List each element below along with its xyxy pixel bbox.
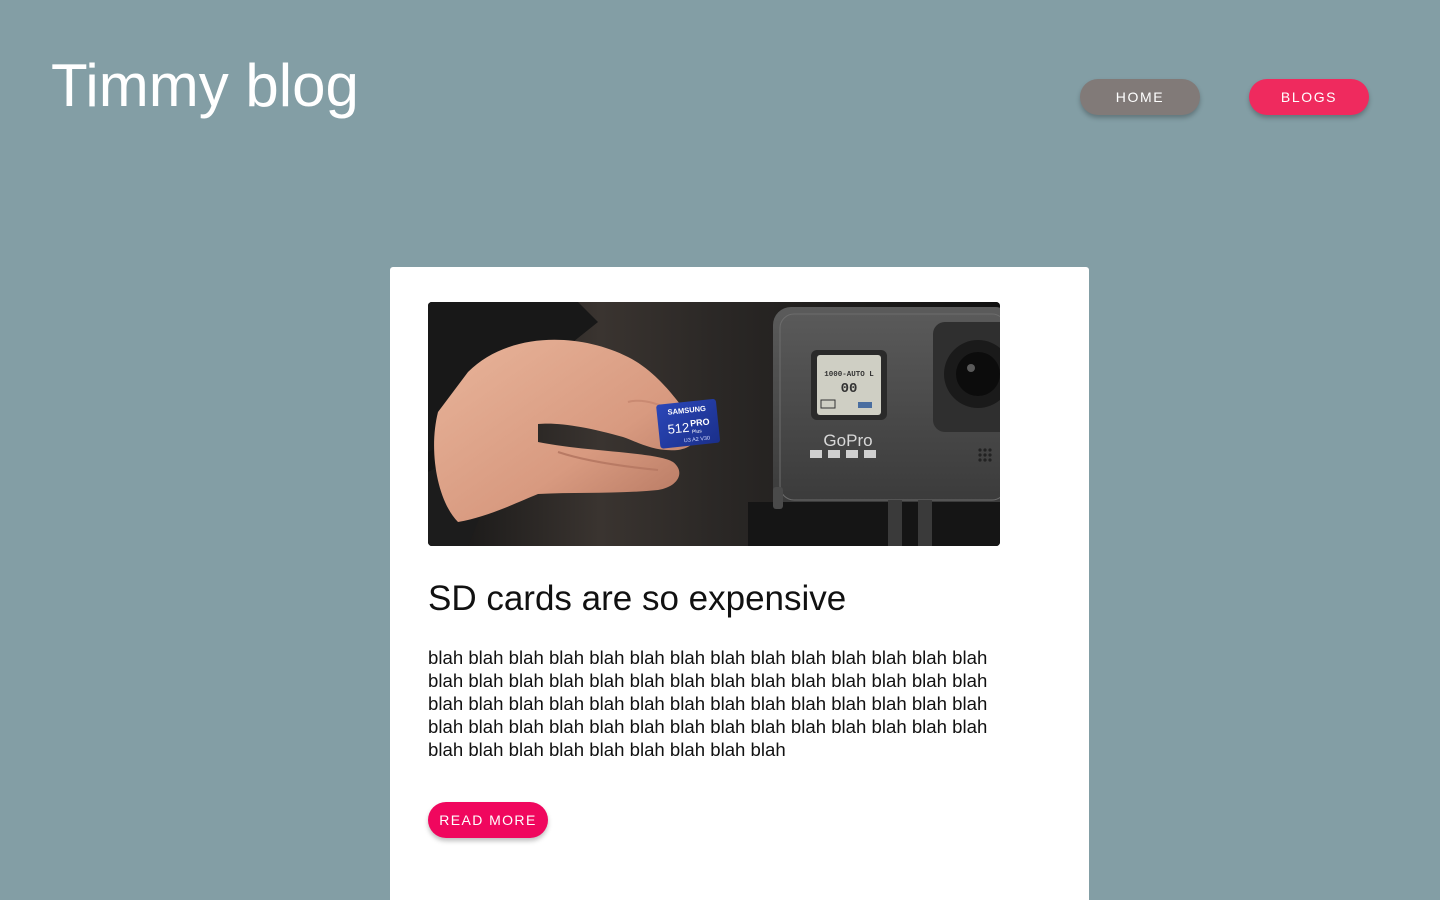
blog-post-card: SAMSUNG 512 PRO Plus U3 A2 V30 1000-AUTO… [390,267,1089,900]
post-excerpt: blah blah blah blah blah blah blah blah … [428,647,988,760]
blogs-button[interactable]: BLOGS [1249,79,1369,115]
post-image: SAMSUNG 512 PRO Plus U3 A2 V30 1000-AUTO… [428,302,1000,546]
top-nav: HOME BLOGS [1080,79,1369,115]
read-more-button[interactable]: READ MORE [428,802,548,838]
site-title: Timmy blog [51,52,359,119]
svg-text:00: 00 [841,381,858,397]
post-title: SD cards are so expensive [428,579,847,618]
svg-text:Plus: Plus [692,428,703,435]
page: Timmy blog HOME BLOGS SAMSUNG 512 PRO Pl… [0,0,1440,900]
home-button[interactable]: HOME [1080,79,1200,115]
svg-text:GoPro: GoPro [823,431,872,450]
svg-text:512: 512 [667,420,690,437]
post-image-illustration: SAMSUNG 512 PRO Plus U3 A2 V30 1000-AUTO… [428,302,1000,546]
svg-text:1000-AUTO L: 1000-AUTO L [824,371,874,379]
svg-text:PRO: PRO [690,417,710,429]
